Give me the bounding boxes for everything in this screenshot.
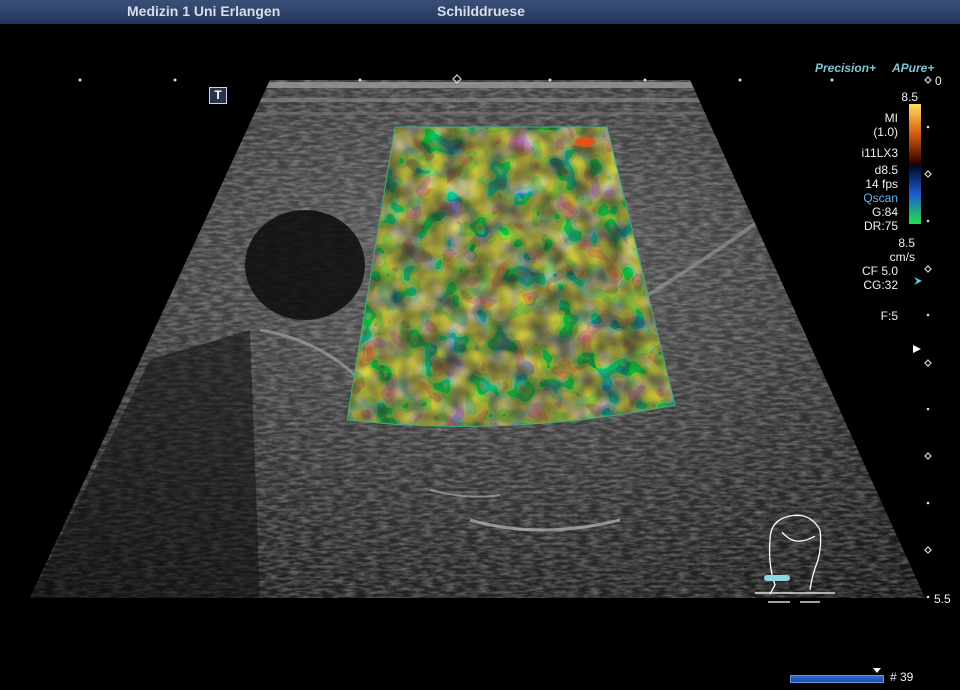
qscan-text: Qscan	[863, 191, 898, 205]
ultrasound-image	[30, 74, 932, 603]
frame-position-marker-icon[interactable]	[873, 668, 881, 673]
fps-label: 14 fps	[865, 177, 898, 191]
velocity-unit: cm/s	[889, 250, 915, 264]
depth-label: d8.5	[874, 163, 898, 177]
institution-label: Medizin 1 Uni Erlangen	[127, 3, 281, 19]
depth-bottom-label: 5.5	[934, 592, 951, 606]
precision-mode-label: Precision+	[815, 61, 877, 75]
apure-mode-label: APure+	[892, 61, 935, 75]
t-marker-button[interactable]: T	[209, 87, 227, 104]
probe-label: i11LX3	[861, 146, 898, 160]
depth-scale	[924, 76, 932, 599]
color-gain-label: CG:32	[863, 278, 898, 292]
colorbar-top-label: 8.5	[901, 90, 918, 104]
gain-label: G:84	[871, 205, 898, 219]
qscan-label: Qscan	[863, 191, 898, 205]
dynamic-range-label: DR:75	[863, 219, 898, 233]
triangle-focus-icon	[913, 345, 921, 353]
flow-spot	[575, 137, 595, 147]
velocity-value: 8.5	[898, 236, 915, 250]
cine-frame-bar[interactable]	[790, 675, 884, 683]
exam-label: Schilddruese	[437, 3, 525, 19]
probe-position-marker	[764, 575, 790, 581]
cyan-arrow-icon	[914, 277, 922, 285]
color-frequency-label: CF 5.0	[861, 264, 898, 278]
mi-label: MI	[884, 111, 898, 125]
mi-value: (1.0)	[873, 125, 898, 139]
velocity-colorbar	[909, 104, 921, 224]
focus-label: F:5	[880, 309, 898, 323]
frame-counter: # 39	[890, 670, 914, 684]
depth-top-label: 0	[935, 74, 942, 88]
header-bar: Medizin 1 Uni Erlangen Schilddruese	[0, 0, 960, 24]
